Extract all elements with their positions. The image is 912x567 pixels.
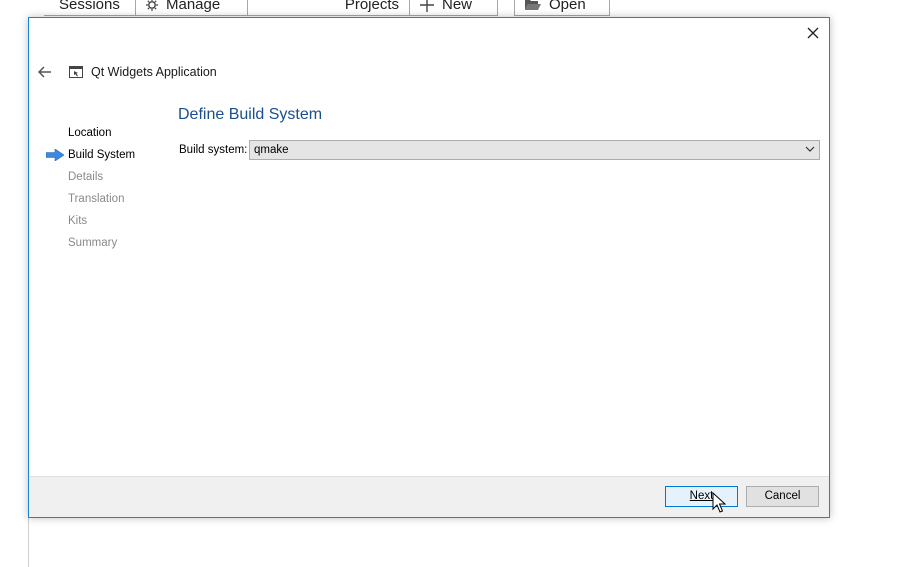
page-title: Define Build System xyxy=(178,106,323,123)
projects-tab[interactable]: Projects xyxy=(247,0,410,16)
sessions-tab[interactable]: Sessions xyxy=(44,0,136,16)
manage-tab-label: Manage xyxy=(166,0,221,13)
step-location: Location xyxy=(29,122,169,144)
wizard-footer: Next Cancel xyxy=(29,476,829,517)
wizard-steps: Location Build System Details Translatio… xyxy=(29,122,169,254)
back-arrow-icon xyxy=(38,66,51,78)
new-label: New xyxy=(442,0,473,13)
step-translation: Translation xyxy=(29,188,169,210)
close-button[interactable] xyxy=(803,23,823,43)
projects-tab-label: Projects xyxy=(344,0,399,13)
next-button[interactable]: Next xyxy=(665,486,738,507)
step-build-system: Build System xyxy=(29,144,169,166)
new-project-button[interactable]: New xyxy=(409,0,498,16)
gear-icon xyxy=(146,0,158,11)
background-divider xyxy=(28,515,29,567)
cancel-button[interactable]: Cancel xyxy=(746,486,819,507)
wizard-header: Qt Widgets Application xyxy=(37,62,217,82)
new-project-wizard-dialog: Qt Widgets Application Location Build Sy… xyxy=(28,17,830,518)
welcome-mode-bar: Sessions Manage Projects New Open xyxy=(0,0,912,18)
step-details: Details xyxy=(29,166,169,188)
step-label: Location xyxy=(68,127,112,139)
build-system-select[interactable]: qmake xyxy=(249,140,820,160)
back-button[interactable] xyxy=(37,64,53,80)
step-summary: Summary xyxy=(29,232,169,254)
chevron-down-icon xyxy=(805,146,815,152)
mouse-pointer-icon xyxy=(712,492,726,513)
step-label: Kits xyxy=(68,215,88,227)
build-system-label: Build system: xyxy=(179,144,248,156)
folder-open-icon xyxy=(525,0,541,10)
wizard-title: Qt Widgets Application xyxy=(91,65,217,79)
close-icon xyxy=(807,27,819,39)
step-label: Build System xyxy=(68,149,136,161)
application-icon xyxy=(69,66,83,78)
build-system-value: qmake xyxy=(254,144,289,156)
step-kits: Kits xyxy=(29,210,169,232)
open-project-button[interactable]: Open xyxy=(514,0,610,16)
plus-icon xyxy=(420,0,434,12)
manage-tab[interactable]: Manage xyxy=(135,0,248,16)
sessions-tab-label: Sessions xyxy=(59,0,120,13)
step-label: Translation xyxy=(68,193,125,205)
step-label: Details xyxy=(68,171,104,183)
open-label: Open xyxy=(549,0,586,13)
step-label: Summary xyxy=(68,237,118,249)
current-step-arrow-icon xyxy=(46,149,64,161)
